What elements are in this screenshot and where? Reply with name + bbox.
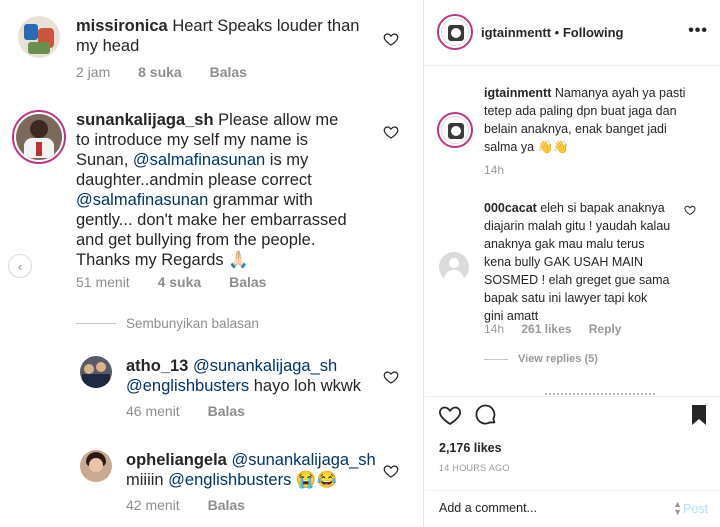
comment-username[interactable]: 000cacat [484, 201, 537, 215]
caption-username[interactable]: igtainmentt [484, 86, 551, 100]
comment-username[interactable]: atho_13 [126, 357, 188, 375]
default-avatar-icon[interactable] [439, 252, 469, 282]
caption-time: 14h [484, 163, 505, 177]
comment-username[interactable]: missironica [76, 17, 168, 35]
bookmark-icon[interactable] [687, 403, 711, 427]
comment-line: daughter..andmin please correct [76, 171, 312, 189]
mention-link[interactable]: @sunankalijaga_sh [231, 451, 375, 469]
instagram-screenshot: missironica Heart Speaks louder than my … [0, 0, 720, 527]
caption-line: belain anaknya, enak banget jadi [484, 122, 667, 136]
caption-line: Namanya ayah ya pasti [551, 86, 686, 100]
comment-line: and get bullying from the people. [76, 231, 316, 249]
loading-indicator-icon: ▲ ▼ [673, 499, 682, 517]
comment-line: bapak satu ini lawyer tapi kok [484, 291, 648, 305]
comment-line: anaknya gak mau malu terus [484, 237, 645, 251]
reply-atho13: atho_13 @sunankalijaga_sh @englishbuster… [0, 352, 424, 432]
view-replies-button[interactable]: View replies (5) [518, 353, 598, 365]
comment-line: gently... don't make her embarrassed [76, 211, 347, 229]
comment-missironica: missironica Heart Speaks louder than my … [0, 0, 424, 90]
heart-icon[interactable] [383, 369, 399, 385]
comment-likes[interactable]: 4 suka [158, 274, 202, 290]
comment-line: Please allow me [218, 111, 339, 129]
comment-text: atho_13 @sunankalijaga_sh @englishbuster… [126, 356, 386, 396]
comment-body: miiiin [126, 471, 169, 489]
comment-line: diajarin malah gitu ! yaudah kalau [484, 219, 671, 233]
divider [76, 323, 116, 324]
comment-line: SOSMED ! elah greget gue sama [484, 273, 670, 287]
comment-meta: 51 menit 4 suka Balas [76, 274, 290, 290]
following-button[interactable]: Following [563, 25, 624, 40]
comment-time: 14h [484, 322, 505, 336]
comment-body: 😭😂 [291, 471, 338, 489]
avatar[interactable] [437, 14, 473, 50]
comment-meta: 42 menit Balas [126, 497, 269, 513]
mention-link[interactable]: @salmafinasunan [76, 191, 208, 209]
avatar[interactable] [12, 110, 66, 164]
comment-meta: 2 jam 8 suka Balas [76, 64, 271, 80]
comments-thread: missironica Heart Speaks louder than my … [0, 0, 424, 527]
avatar[interactable] [18, 16, 60, 58]
header-username[interactable]: igtainmentt [481, 25, 551, 40]
like-heart-icon[interactable] [438, 403, 462, 427]
comment-time: 2 jam [76, 64, 111, 80]
post-header-title: igtainmentt • Following [481, 25, 624, 40]
add-comment-input[interactable] [439, 501, 639, 515]
caption-line: salma ya 👋👋 [484, 140, 569, 154]
separator: • [551, 25, 563, 40]
heart-icon[interactable] [383, 463, 399, 479]
comment-line: kena bully GAK USAH MAIN [484, 255, 644, 269]
avatar[interactable] [80, 450, 112, 482]
comment-line: grammar with [208, 191, 313, 209]
comment-likes[interactable]: 8 suka [138, 64, 182, 80]
comment-text: sunankalijaga_sh Please allow me to intr… [76, 110, 376, 270]
avatar[interactable] [437, 112, 473, 148]
reply-button[interactable]: Balas [229, 274, 266, 290]
mention-link[interactable]: @englishbusters [168, 471, 291, 489]
heart-icon[interactable] [684, 204, 696, 216]
reply-button[interactable]: Balas [210, 64, 247, 80]
comment-text: opheliangela @sunankalijaga_sh miiiin @e… [126, 450, 386, 490]
comment-sunankalijaga: sunankalijaga_sh Please allow me to intr… [0, 100, 424, 310]
comment-time: 42 menit [126, 497, 180, 513]
comment-body: hayo loh wkwk [249, 377, 362, 395]
reply-button[interactable]: Balas [208, 497, 245, 513]
more-options-icon[interactable]: ••• [688, 22, 708, 40]
comment-line: Sunan, [76, 151, 133, 169]
caption-line: tetep ada paling dpn buat jaga dan [484, 104, 677, 118]
reply-button[interactable]: Balas [208, 403, 245, 419]
hide-replies-button[interactable]: Sembunyikan balasan [126, 316, 259, 331]
mention-link[interactable]: @sunankalijaga_sh [193, 357, 337, 375]
post-actions: 2,176 likes 14 HOURS AGO [425, 396, 720, 490]
divider [484, 359, 508, 360]
comment-line: eleh si bapak anaknya [536, 201, 665, 215]
comment-meta: 14h 261 likes Reply [484, 322, 635, 336]
reply-opheliangela: opheliangela @sunankalijaga_sh miiiin @e… [0, 446, 424, 526]
comment-likes[interactable]: 261 likes [521, 322, 571, 336]
comment-line: is my [265, 151, 309, 169]
comment-username[interactable]: opheliangela [126, 451, 227, 469]
comment-text: 000cacat eleh si bapak anaknya diajarin … [484, 199, 709, 325]
post-sidebar: igtainmentt • Following ••• igtainmentt … [425, 0, 720, 527]
post-timestamp: 14 HOURS AGO [439, 463, 510, 473]
heart-icon[interactable] [383, 31, 399, 47]
avatar[interactable] [80, 356, 112, 388]
mention-link[interactable]: @salmafinasunan [133, 151, 265, 169]
heart-icon[interactable] [383, 124, 399, 140]
likes-count[interactable]: 2,176 likes [439, 441, 502, 455]
comment-meta: 46 menit Balas [126, 403, 269, 419]
caption: igtainmentt Namanya ayah ya pasti tetep … [484, 84, 709, 156]
mention-link[interactable]: @englishbusters [126, 377, 249, 395]
comment-time: 46 menit [126, 403, 180, 419]
comment-line: Thanks my Regards 🙏🏻 [76, 251, 249, 269]
chevron-left-icon[interactable]: ‹ [8, 254, 32, 278]
reply-button[interactable]: Reply [589, 322, 622, 336]
comment-text: missironica Heart Speaks louder than my … [76, 16, 376, 56]
post-button[interactable]: Post [683, 502, 708, 516]
comment-username[interactable]: sunankalijaga_sh [76, 111, 214, 129]
add-comment-bar: ▲▼ Post [425, 490, 720, 527]
comment-time: 51 menit [76, 274, 130, 290]
post-header: igtainmentt • Following ••• [425, 0, 720, 66]
comment-line: to introduce my self my name is [76, 131, 308, 149]
comment-bubble-icon[interactable] [474, 403, 498, 427]
